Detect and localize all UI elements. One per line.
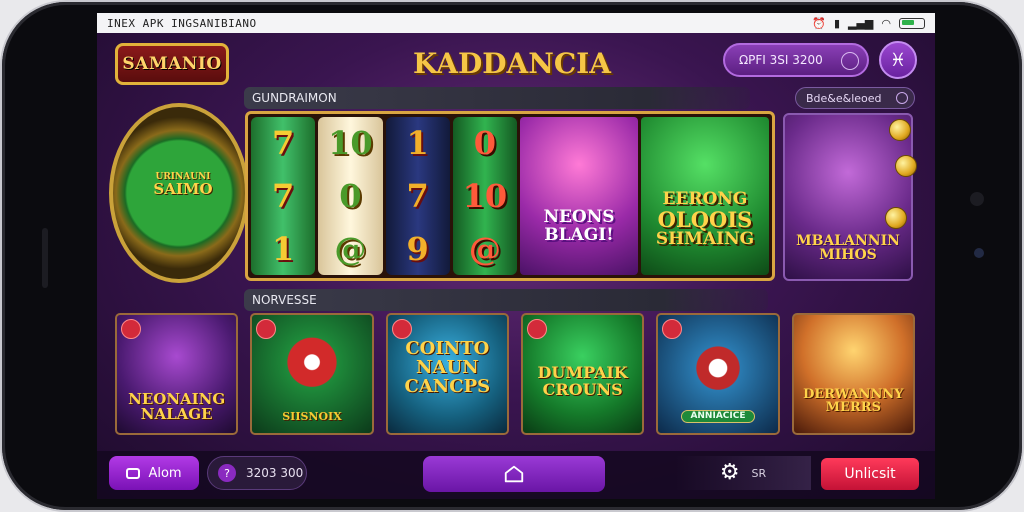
gear-icon: ⚙ — [719, 460, 740, 485]
status-title: INEX APK INGSANIBIANO — [107, 16, 257, 30]
game-tile[interactable]: NEONAING NALAGE — [115, 313, 239, 435]
status-bar: INEX APK INGSANIBIANO ⏰ ▮ ▂▄▆ ◠ — [97, 13, 935, 33]
slot-reels[interactable]: 7 7 1 10 0 @ 1 7 9 0 10 @ NEONS BLAGI! E… — [245, 111, 775, 281]
wheel-main-text: SAIMO — [153, 180, 213, 199]
reel-symbol: 10 — [462, 176, 508, 215]
games-section-title: NORVESSE — [244, 289, 768, 311]
wifi-icon: ◠ — [881, 16, 891, 30]
games-section-label: NORVESSE — [252, 293, 317, 307]
featured-section-label: GUNDRAIMON — [252, 91, 337, 105]
game-tile-title: NEONAING NALAGE — [128, 389, 226, 424]
reel-symbol: 1 — [406, 124, 429, 163]
game-tile[interactable]: DERWANNNY MERRS — [791, 313, 915, 435]
hot-badge-icon — [662, 319, 683, 339]
battery-icon — [899, 17, 925, 29]
reel-symbol: 1 — [271, 229, 295, 268]
bonus-wheel[interactable]: URINAUNI SAIMO — [109, 103, 249, 283]
reel-symbol: 7 — [271, 124, 295, 163]
app-screen: INEX APK INGSANIBIANO ⏰ ▮ ▂▄▆ ◠ SAMANIO … — [97, 13, 935, 499]
alarm-button[interactable]: Alom — [109, 456, 199, 490]
sensor-dot — [974, 248, 984, 258]
menu-button[interactable]: ♓ — [879, 41, 917, 79]
reel-symbol: 9 — [406, 229, 429, 268]
brand-logo[interactable]: SAMANIO — [115, 43, 229, 85]
promo-banner-green-line3: SHMAING — [655, 229, 755, 250]
search-field[interactable]: ΩPFI 3SI 3200 — [723, 43, 869, 77]
reel-symbol: @ — [468, 229, 501, 268]
filter-chip-label: Bde&e&leoed — [806, 91, 882, 105]
hot-badge-icon — [256, 319, 277, 339]
game-tile-title: COINTO NAUN CANCPS — [404, 338, 491, 398]
alarm-label: Alom — [148, 465, 182, 481]
game-tile[interactable]: COINTO NAUN CANCPS — [385, 313, 509, 435]
hot-badge-icon — [121, 319, 141, 339]
game-tile-title: ANNIACICE — [681, 409, 755, 423]
featured-side-card[interactable]: MBALANNIN MIHOS — [783, 113, 917, 281]
reel-symbol: 0 — [339, 176, 362, 215]
alarm-status-icon: ⏰ — [812, 16, 826, 30]
phone-frame: INEX APK INGSANIBIANO ⏰ ▮ ▂▄▆ ◠ SAMANIO … — [2, 2, 1022, 510]
reel-column: 10 0 @ — [318, 117, 383, 275]
game-tiles: NEONAING NALAGE SIISNOIX COINTO NAUN CAN… — [115, 313, 915, 435]
reel-symbol: 7 — [406, 176, 429, 215]
game-tile-title: SIISNOIX — [282, 410, 342, 424]
reel-symbol: 10 — [328, 124, 373, 163]
reel-column: 0 10 @ — [452, 117, 517, 275]
coin-icon — [895, 155, 917, 177]
app-title: KADDANCIA — [413, 46, 611, 80]
hot-badge-icon — [391, 319, 412, 339]
status-icons: ⏰ ▮ ▂▄▆ ◠ — [812, 17, 925, 30]
signal-icon: ▂▄▆ — [848, 16, 874, 30]
balance-icon: ? — [218, 464, 236, 482]
promo-banner-green-line2: OLQOIS — [657, 207, 753, 233]
balance-value: 3203 300 — [246, 466, 304, 480]
side-card-title: MBALANNIN MIHOS — [796, 232, 900, 264]
reel-column: 1 7 9 — [385, 117, 450, 275]
game-tile[interactable]: ANNIACICE — [656, 313, 780, 435]
pisces-icon: ♓ — [889, 49, 907, 71]
balance-display[interactable]: ? 3203 300 — [207, 456, 307, 490]
filter-chip[interactable]: Bde&e&leoed — [795, 87, 915, 109]
game-tile[interactable]: SIISNOIX — [250, 313, 374, 435]
reel-column: 7 7 1 — [251, 117, 316, 275]
chip-icon — [896, 92, 908, 104]
promo-banner-neon-text: NEONS BLAGI! — [543, 207, 615, 246]
clock-icon — [841, 52, 859, 70]
settings-button[interactable]: ⚙ SR — [675, 456, 811, 490]
hot-badge-icon — [526, 319, 547, 339]
coin-icon — [889, 119, 911, 141]
game-tile-title: DUMPAIK CROUNS — [537, 363, 628, 400]
wheel-label: URINAUNI SAIMO — [141, 172, 225, 199]
promo-banner-green[interactable]: EERONG OLQOIS SHMAING — [641, 117, 769, 275]
home-icon — [504, 465, 524, 483]
settings-label: SR — [751, 466, 767, 480]
reel-symbol: 7 — [271, 176, 295, 215]
camera-dot — [970, 192, 984, 206]
unlock-button[interactable]: Unlicsit — [821, 458, 919, 490]
home-button[interactable] — [423, 456, 605, 492]
volume-button — [42, 228, 48, 288]
coin-icon — [885, 207, 907, 229]
unlock-label: Unlicsit — [844, 466, 896, 482]
search-value: ΩPFI 3SI 3200 — [739, 53, 823, 67]
game-tile-title: DERWANNNY MERRS — [803, 386, 904, 416]
game-tile[interactable]: DUMPAIK CROUNS — [520, 313, 645, 435]
reel-symbol: 0 — [473, 124, 496, 163]
reel-symbol: @ — [334, 229, 367, 268]
message-icon — [126, 467, 141, 479]
promo-banner-neon[interactable]: NEONS BLAGI! — [520, 117, 638, 275]
featured-section-title: GUNDRAIMON — [244, 87, 750, 109]
sim-icon: ▮ — [833, 16, 840, 30]
